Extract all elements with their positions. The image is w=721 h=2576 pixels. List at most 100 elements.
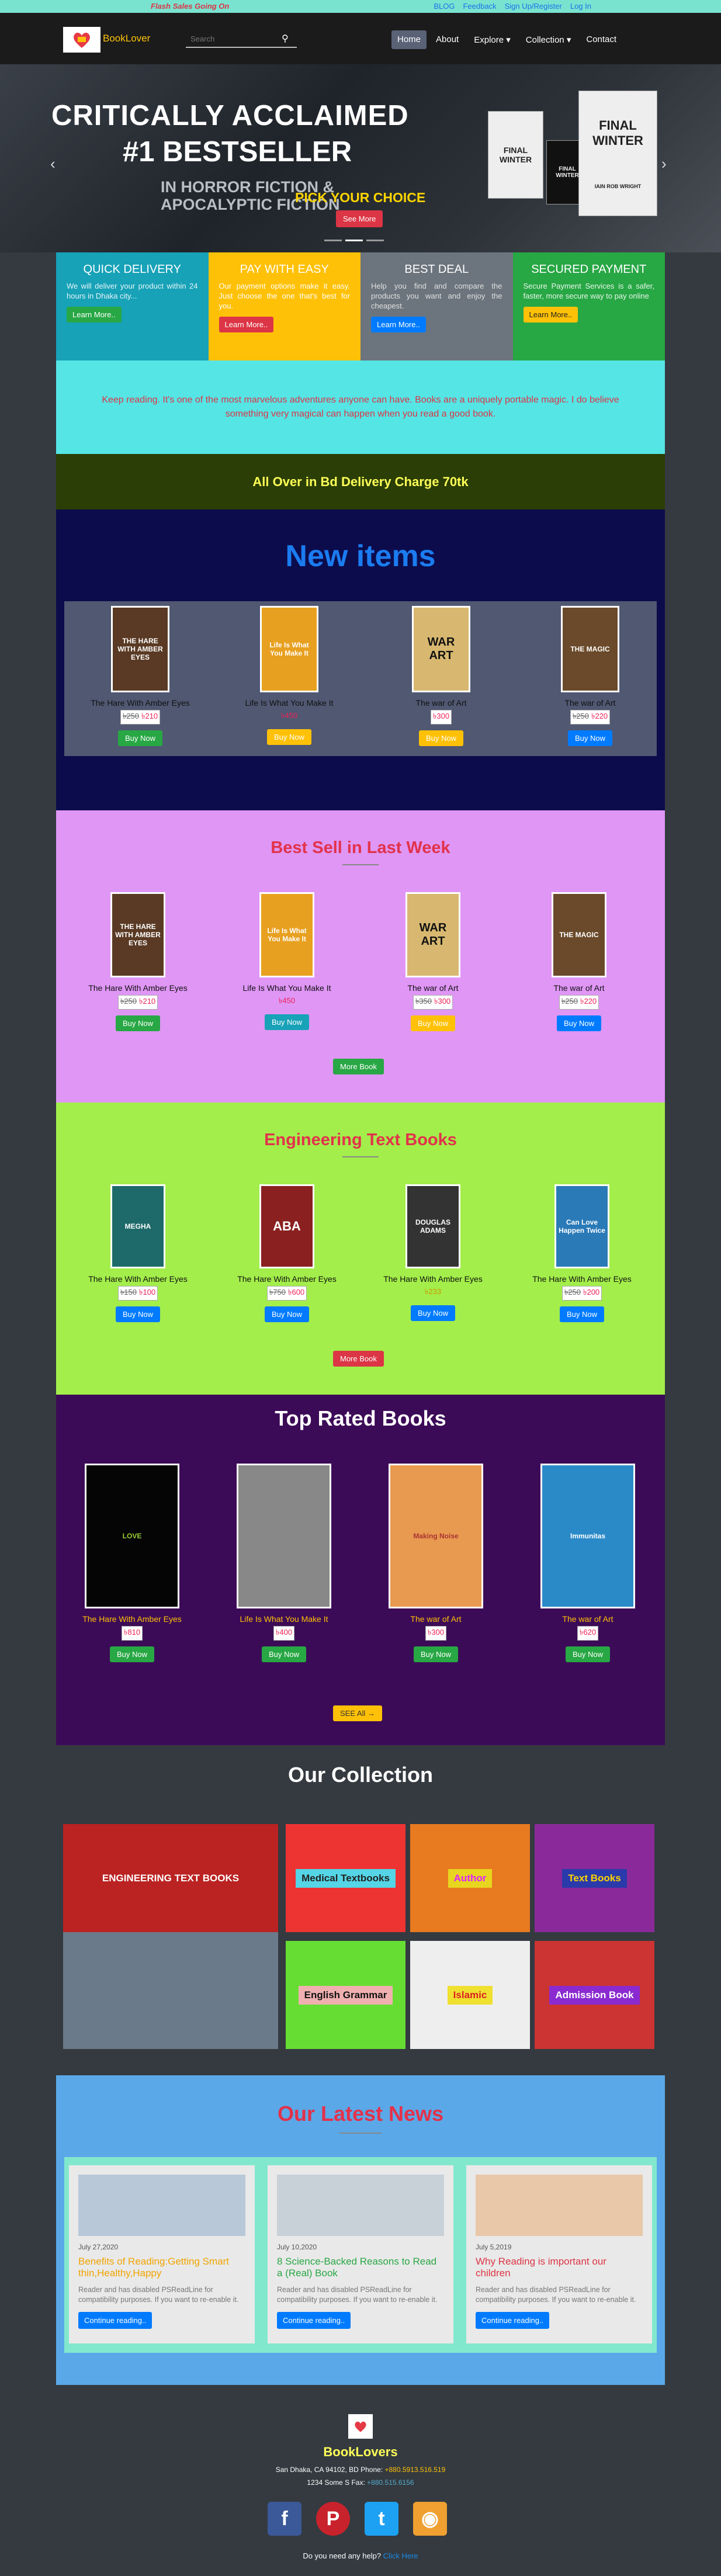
brand-name[interactable]: BookLover: [103, 33, 150, 44]
search-icon[interactable]: ⚲: [282, 33, 289, 44]
book-cover[interactable]: THE MAGIC: [552, 892, 606, 977]
buy-now-button[interactable]: Buy Now: [264, 1306, 310, 1322]
hero-carousel: ‹ › CRITICALLY ACCLAIMED #1 BESTSELLER I…: [0, 64, 721, 252]
footer-logo[interactable]: [348, 2414, 373, 2439]
buy-now-button[interactable]: Buy Now: [410, 1015, 456, 1031]
buy-now-button[interactable]: Buy Now: [117, 730, 163, 746]
buy-now-button[interactable]: Buy Now: [410, 1305, 456, 1321]
book-card: Immunitas The war of Art ৳620 Buy Now: [524, 1464, 652, 1662]
buy-now-button[interactable]: Buy Now: [115, 1015, 161, 1031]
menu-home[interactable]: Home: [391, 30, 427, 49]
book-cover[interactable]: DOUGLAS ADAMS: [405, 1184, 460, 1268]
book-cover[interactable]: Making Noise: [389, 1464, 483, 1608]
rss-icon[interactable]: ◉: [413, 2502, 447, 2536]
collection-tile-textbooks[interactable]: Text Books: [535, 1824, 654, 1932]
learn-more-button[interactable]: Learn More..: [219, 317, 274, 332]
more-book-button[interactable]: More Book: [333, 1351, 384, 1367]
next-arrow-icon[interactable]: ›: [661, 155, 667, 173]
book-price: ৳250 ৳220: [559, 995, 599, 1010]
more-book-button[interactable]: More Book: [333, 1059, 384, 1074]
delivery-banner: All Over in Bd Delivery Charge 70tk: [56, 454, 665, 509]
book-cover[interactable]: WAR ART: [412, 606, 470, 692]
feature-secured-payment: SECURED PAYMENT Secure Payment Services …: [512, 252, 665, 360]
book-cover[interactable]: THE MAGIC: [561, 606, 619, 692]
news-title[interactable]: 8 Science-Backed Reasons to Read a (Real…: [277, 2256, 444, 2279]
news-title[interactable]: Why Reading is important our children: [476, 2256, 643, 2279]
buy-now-button[interactable]: Buy Now: [556, 1015, 602, 1031]
top-rated-section: Top Rated Books LOVE The Hare With Amber…: [56, 1395, 665, 1745]
book-title: Life Is What You Make It: [245, 698, 334, 708]
buy-now-button[interactable]: Buy Now: [266, 729, 312, 745]
feedback-link[interactable]: Feedback: [463, 2, 496, 11]
collection-tile-grammar[interactable]: English Grammar: [286, 1941, 405, 2049]
buy-now-button[interactable]: Buy Now: [418, 730, 464, 746]
news-image: [78, 2175, 245, 2236]
learn-more-button[interactable]: Learn More..: [67, 307, 122, 323]
book-card: THE HARE WITH AMBER EYES The Hare With A…: [76, 606, 204, 746]
book-cover[interactable]: ABA: [259, 1184, 314, 1268]
buy-now-button[interactable]: Buy Now: [109, 1646, 155, 1662]
see-all-button[interactable]: SEE All →: [333, 1705, 382, 1721]
book-cover[interactable]: [237, 1464, 331, 1608]
collection-tile-admission[interactable]: Admission Book: [535, 1941, 654, 2049]
book-price: ৳250 ৳210: [120, 710, 161, 724]
signup-link[interactable]: Sign Up/Register: [505, 2, 562, 11]
book-price: ৳250 ৳210: [117, 995, 158, 1010]
book-cover[interactable]: THE HARE WITH AMBER EYES: [110, 892, 165, 977]
feature-best-deal: BEST DEAL Help you find and compare the …: [360, 252, 513, 360]
facebook-icon[interactable]: f: [268, 2502, 301, 2536]
menu-collection[interactable]: Collection ▾: [520, 30, 577, 49]
click-here-link[interactable]: Click Here: [383, 2551, 418, 2560]
buy-now-button[interactable]: Buy Now: [567, 730, 613, 746]
book-price: ৳350 ৳300: [413, 995, 453, 1010]
carousel-indicators[interactable]: [324, 240, 384, 241]
login-link[interactable]: Log In: [570, 2, 591, 11]
news-title[interactable]: Benefits of Reading:Getting Smart thin,H…: [78, 2256, 245, 2279]
collection-tile-engineering[interactable]: ENGINEERING TEXT BOOKS: [63, 1824, 278, 1932]
continue-reading-button[interactable]: Continue reading..: [277, 2312, 351, 2329]
buy-now-button[interactable]: Buy Now: [413, 1646, 459, 1662]
pinterest-icon[interactable]: P: [316, 2502, 350, 2536]
book-cover[interactable]: LOVE: [85, 1464, 179, 1608]
see-more-button[interactable]: See More: [336, 210, 383, 227]
feature-title: SECURED PAYMENT: [531, 263, 647, 276]
buy-now-button[interactable]: Buy Now: [559, 1306, 605, 1322]
footer: BookLovers San Dhaka, CA 94102, BD Phone…: [0, 2385, 721, 2576]
twitter-icon[interactable]: t: [365, 2502, 398, 2536]
search-input[interactable]: [186, 30, 297, 48]
logo[interactable]: [63, 27, 100, 53]
book-title: The war of Art: [564, 698, 616, 708]
book-cover[interactable]: Life Is What You Make It: [259, 892, 314, 977]
book-cover[interactable]: THE HARE WITH AMBER EYES: [111, 606, 169, 692]
collection-tile-engineering-photo[interactable]: [63, 1932, 278, 2049]
continue-reading-button[interactable]: Continue reading..: [476, 2312, 550, 2329]
collection-tile-islamic[interactable]: Islamic: [410, 1941, 530, 2049]
buy-now-button[interactable]: Buy Now: [261, 1646, 307, 1662]
book-price: ৳300: [425, 1626, 447, 1641]
best-sell-section: Best Sell in Last Week THE HARE WITH AMB…: [56, 810, 665, 1102]
book-card: Life Is What You Make It Life Is What Yo…: [223, 892, 351, 1030]
book-cover[interactable]: Can Love Happen Twice: [554, 1184, 609, 1268]
buy-now-button[interactable]: Buy Now: [565, 1646, 611, 1662]
blog-link[interactable]: BLOG: [434, 2, 455, 11]
learn-more-button[interactable]: Learn More..: [371, 317, 426, 332]
menu-about[interactable]: About: [430, 30, 465, 49]
learn-more-button[interactable]: Learn More..: [523, 307, 578, 323]
section-title: New items: [285, 539, 436, 573]
new-items-panel: THE HARE WITH AMBER EYES The Hare With A…: [64, 601, 657, 756]
buy-now-button[interactable]: Buy Now: [264, 1014, 310, 1030]
book-card: THE MAGIC The war of Art ৳250 ৳220 Buy No…: [526, 606, 654, 746]
menu-contact[interactable]: Contact: [580, 30, 622, 49]
collection-tile-medical[interactable]: Medical Textbooks: [286, 1824, 405, 1932]
news-card: July 10,2020 8 Science-Backed Reasons to…: [268, 2165, 453, 2343]
buy-now-button[interactable]: Buy Now: [115, 1306, 161, 1322]
prev-arrow-icon[interactable]: ‹: [50, 155, 56, 173]
book-price: ৳250 ৳220: [570, 710, 611, 724]
book-cover[interactable]: MEGHA: [110, 1184, 165, 1268]
book-cover[interactable]: Immunitas: [540, 1464, 635, 1608]
continue-reading-button[interactable]: Continue reading..: [78, 2312, 152, 2329]
menu-explore[interactable]: Explore ▾: [468, 30, 517, 49]
collection-tile-author[interactable]: Author: [410, 1824, 530, 1932]
book-cover[interactable]: Life Is What You Make It: [260, 606, 318, 692]
book-cover[interactable]: WAR ART: [405, 892, 460, 977]
